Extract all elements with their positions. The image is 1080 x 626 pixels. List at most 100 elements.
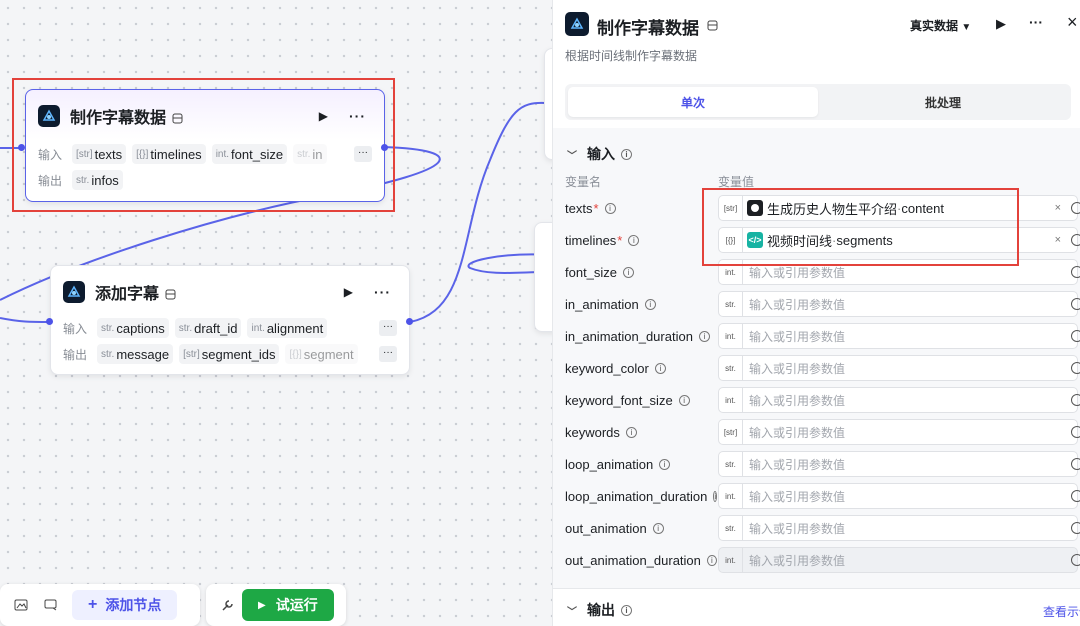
info-icon: i: [659, 458, 671, 470]
mode-select[interactable]: 真实数据 ▼: [910, 17, 971, 34]
info-icon: i: [604, 202, 616, 214]
param-value-field[interactable]: str. 输入或引用参数值: [718, 355, 1080, 381]
plus-icon: +: [88, 596, 98, 613]
panel-description: 根据时间线制作字幕数据: [565, 49, 698, 63]
node-add-subtitle[interactable]: 添加字幕 ▶ ··· 输入 str. captions str. draft_id …: [50, 265, 410, 375]
placeholder-text: 输入或引用参数值: [749, 457, 846, 472]
comment-icon[interactable]: [36, 590, 66, 620]
run-node-icon[interactable]: ▶: [344, 285, 353, 299]
info-icon: i: [678, 394, 690, 406]
variable-picker-icon[interactable]: [1071, 426, 1080, 438]
output-section-header[interactable]: ﹀ 输出 i: [567, 600, 632, 620]
variable-picker-icon[interactable]: [1071, 490, 1080, 502]
info-icon: i: [625, 426, 637, 438]
run-mode-tabs: 单次 批处理: [565, 84, 1071, 120]
highlight-box: [12, 78, 395, 212]
info-icon: i: [628, 234, 640, 246]
more-icon[interactable]: ···: [374, 284, 391, 300]
image-icon[interactable]: [6, 590, 36, 620]
type-badge: int.: [719, 324, 743, 348]
info-icon: i: [621, 148, 632, 160]
tab-batch[interactable]: 批处理: [818, 87, 1068, 117]
clear-icon[interactable]: ×: [1055, 202, 1061, 214]
run-icon[interactable]: ▶: [996, 16, 1006, 32]
param-name: out_animation i: [565, 521, 717, 536]
param-value-field[interactable]: [str] 输入或引用参数值: [718, 419, 1080, 445]
chevron-down-icon: ▼: [961, 22, 972, 33]
info-icon: i: [698, 330, 710, 342]
placeholder-text: 输入或引用参数值: [749, 329, 846, 344]
view-example-link[interactable]: 查看示例: [1043, 603, 1080, 620]
expand-outputs-button[interactable]: ···: [379, 346, 397, 362]
param-name: in_animation_duration i: [565, 329, 717, 344]
info-icon: i: [644, 298, 656, 310]
param-tag: [str] segment_ids: [179, 344, 280, 364]
variable-picker-icon[interactable]: [1071, 266, 1080, 278]
param-name: keywords i: [565, 425, 717, 440]
type-badge: int.: [719, 548, 743, 572]
canvas-toolbar: + 添加节点: [0, 584, 200, 626]
param-value-field[interactable]: str. 输入或引用参数值: [718, 291, 1080, 317]
param-name: keyword_color i: [565, 361, 717, 376]
variable-picker-icon[interactable]: [1071, 522, 1080, 534]
column-name-header: 变量名: [565, 175, 602, 189]
play-icon: ▶: [258, 599, 266, 611]
type-badge: int.: [719, 484, 743, 508]
node-output-row: 输出 str. message [str] segment_ids [{}] segm…: [63, 343, 397, 365]
timeline-node-partial[interactable]: [534, 222, 552, 332]
workflow-canvas[interactable]: 制作字幕数据 ▶ ··· 输入 [str] texts [{}] timelines…: [0, 0, 552, 626]
param-value-field[interactable]: int. 输入或引用参数值: [718, 387, 1080, 413]
required-mark: *: [593, 200, 599, 216]
node-config-panel: 制作字幕数据 真实数据 ▼ ▶ ··· × 根据时间线制作字幕数据 单次 批处理…: [552, 0, 1080, 626]
param-value-field[interactable]: str. 输入或引用参数值: [718, 515, 1080, 541]
clear-icon[interactable]: ×: [1055, 234, 1061, 246]
type-badge: [str]: [719, 420, 743, 444]
run-toolbar: ▶ 试运行: [206, 584, 346, 626]
param-value-field[interactable]: str. 输入或引用参数值: [718, 451, 1080, 477]
expand-inputs-button[interactable]: ···: [379, 320, 397, 336]
database-icon: [707, 18, 718, 31]
param-tag: [{}] segment: [285, 344, 358, 364]
info-icon: i: [706, 554, 717, 566]
variable-picker-icon[interactable]: [1071, 234, 1080, 246]
param-value-field[interactable]: int. 输入或引用参数值: [718, 547, 1080, 573]
add-node-button[interactable]: + 添加节点: [72, 590, 178, 620]
variable-picker-icon[interactable]: [1071, 394, 1080, 406]
type-badge: str.: [719, 516, 743, 540]
info-icon: i: [652, 522, 664, 534]
type-badge: int.: [719, 388, 743, 412]
placeholder-text: 输入或引用参数值: [749, 361, 846, 376]
variable-picker-icon[interactable]: [1071, 362, 1080, 374]
input-section-header[interactable]: ﹀ 输入 i: [567, 144, 632, 164]
wrench-icon[interactable]: [212, 590, 242, 620]
type-badge: str.: [719, 356, 743, 380]
plugin-logo-icon: [63, 281, 85, 303]
param-name: keyword_font_size i: [565, 393, 717, 408]
more-icon[interactable]: ···: [1029, 14, 1043, 30]
test-run-button[interactable]: ▶ 试运行: [242, 589, 334, 621]
panel-title: 制作字幕数据: [597, 19, 699, 38]
param-name: loop_animation_duration i: [565, 488, 718, 504]
variable-picker-icon[interactable]: [1071, 458, 1080, 470]
chevron-down-icon: ﹀: [567, 606, 577, 618]
variable-picker-icon[interactable]: [1071, 298, 1080, 310]
tab-single[interactable]: 单次: [568, 87, 818, 117]
required-mark: *: [617, 232, 623, 248]
input-port[interactable]: [46, 318, 53, 325]
edge-add-to-next[interactable]: [409, 101, 546, 323]
placeholder-text: 输入或引用参数值: [749, 297, 846, 312]
param-value-field[interactable]: int. 输入或引用参数值: [718, 323, 1080, 349]
output-port[interactable]: [406, 318, 413, 325]
param-tag: int. alignment: [247, 318, 328, 338]
placeholder-text: 输入或引用参数值: [749, 553, 846, 568]
node-input-row: 输入 str. captions str. draft_id int. alignme…: [63, 317, 397, 339]
type-badge: str.: [719, 452, 743, 476]
close-icon[interactable]: ×: [1067, 12, 1078, 33]
param-tag: str. captions: [97, 318, 169, 338]
next-node-partial[interactable]: [544, 48, 552, 160]
variable-picker-icon[interactable]: [1071, 202, 1080, 214]
variable-picker-icon[interactable]: [1071, 554, 1080, 566]
variable-picker-icon[interactable]: [1071, 330, 1080, 342]
param-value-field[interactable]: int. 输入或引用参数值: [718, 483, 1080, 509]
info-icon: i: [654, 362, 666, 374]
